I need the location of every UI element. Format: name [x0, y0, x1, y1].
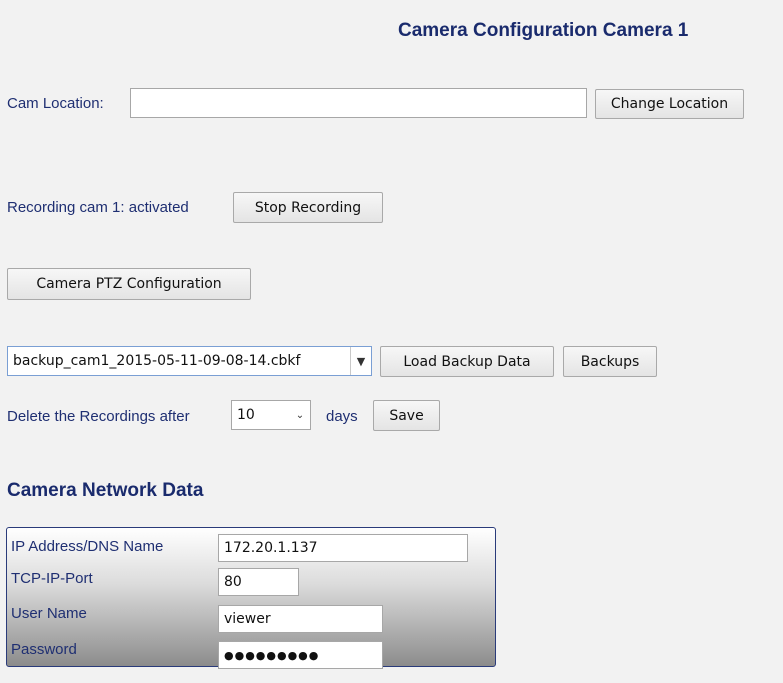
backup-file-select[interactable]: backup_cam1_2015-05-11-09-08-14.cbkf ▼ — [7, 346, 372, 376]
recording-status: Recording cam 1: activated — [7, 199, 189, 216]
ip-address-label: IP Address/DNS Name — [11, 538, 164, 555]
retention-label-after: days — [326, 408, 358, 425]
retention-label-before: Delete the Recordings after — [7, 408, 190, 425]
save-button[interactable]: Save — [373, 400, 440, 431]
retention-days-select[interactable]: 10 ⌄ — [231, 400, 311, 430]
chevron-down-icon[interactable]: ▼ — [350, 347, 371, 375]
tcp-ip-port-field[interactable]: 80 — [218, 568, 299, 596]
backups-button[interactable]: Backups — [563, 346, 657, 377]
network-data-table: IP Address/DNS Name 172.20.1.137 TCP-IP-… — [6, 527, 496, 669]
chevron-down-icon[interactable]: ⌄ — [290, 401, 310, 429]
network-heading: Camera Network Data — [7, 480, 204, 501]
camera-ptz-configuration-button[interactable]: Camera PTZ Configuration — [7, 268, 251, 300]
backup-file-selected: backup_cam1_2015-05-11-09-08-14.cbkf — [13, 353, 301, 369]
change-location-button[interactable]: Change Location — [595, 89, 744, 119]
page-title: Camera Configuration Camera 1 — [398, 20, 689, 41]
retention-days-selected: 10 — [237, 407, 255, 423]
stop-recording-button[interactable]: Stop Recording — [233, 192, 383, 223]
load-backup-data-button[interactable]: Load Backup Data — [380, 346, 554, 377]
password-label: Password — [11, 641, 77, 658]
ip-address-field[interactable]: 172.20.1.137 — [218, 534, 468, 562]
cam-location-label: Cam Location: — [7, 95, 104, 112]
password-field[interactable]: ●●●●●●●●● — [218, 641, 383, 669]
user-name-field[interactable]: viewer — [218, 605, 383, 633]
cam-location-input[interactable] — [130, 88, 587, 118]
user-name-label: User Name — [11, 605, 87, 622]
tcp-ip-port-label: TCP-IP-Port — [11, 570, 93, 587]
